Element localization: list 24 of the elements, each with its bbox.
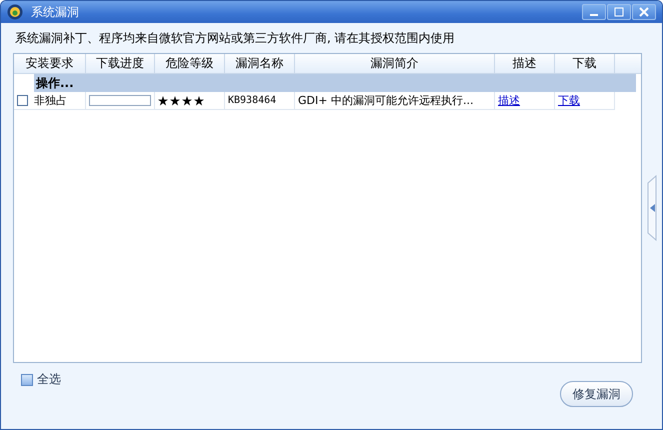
column-header[interactable]: 安装要求 — [14, 54, 86, 73]
column-header[interactable]: 描述 — [495, 54, 555, 73]
table-cell: GDI+ 中的漏洞可能允许远程执行... — [298, 93, 474, 108]
column-header[interactable]: 漏洞简介 — [295, 54, 495, 73]
group-row[interactable]: 操作... — [34, 74, 636, 92]
app-logo-icon — [7, 4, 23, 20]
select-all-label: 全选 — [37, 371, 61, 388]
download-link[interactable]: 下载 — [558, 93, 580, 108]
column-header[interactable]: 漏洞名称 — [225, 54, 295, 73]
description-link[interactable]: 描述 — [498, 93, 520, 108]
window-title: 系统漏洞 — [31, 4, 80, 20]
table-cell: 非独占 — [34, 93, 67, 108]
close-icon[interactable] — [632, 4, 656, 20]
select-all-checkbox[interactable] — [21, 374, 33, 386]
table-cell: KB938464 — [228, 95, 276, 106]
maximize-icon[interactable] — [607, 4, 631, 20]
minimize-icon[interactable] — [582, 4, 606, 20]
column-header[interactable]: 危险等级 — [155, 54, 225, 73]
notice-text: 系统漏洞补丁、程序均来自微软官方网站或第三方软件厂商, 请在其授权范围内使用 — [14, 30, 456, 47]
row-checkbox[interactable] — [17, 95, 28, 106]
column-header[interactable]: 下载进度 — [86, 54, 155, 73]
column-header[interactable]: 下载 — [555, 54, 615, 73]
collapse-handle-icon[interactable] — [647, 175, 658, 241]
fix-button[interactable]: 修复漏洞 — [560, 381, 633, 407]
